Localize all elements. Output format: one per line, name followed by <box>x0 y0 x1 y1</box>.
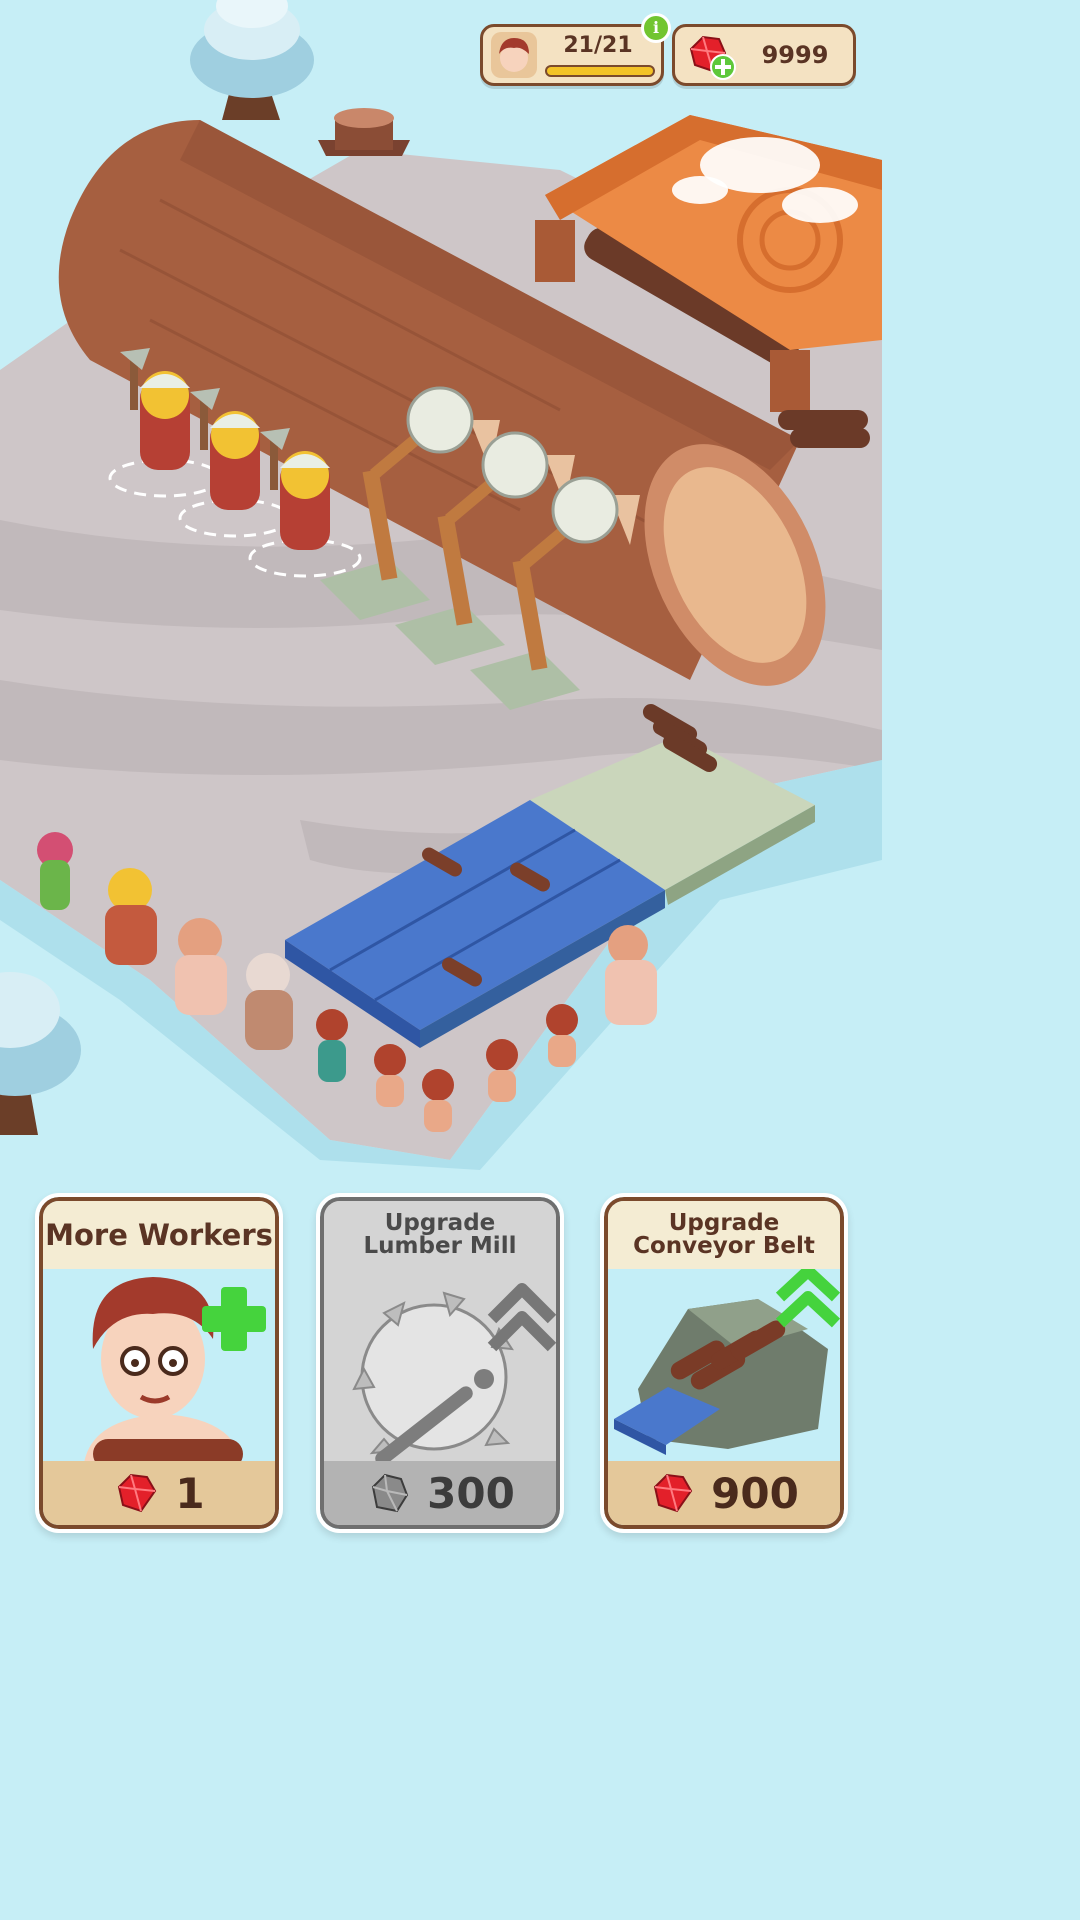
ruby-gem-icon <box>654 1473 693 1513</box>
saw-blade-icon <box>324 1269 556 1475</box>
card-title: Upgrade Conveyor Belt <box>633 1210 815 1259</box>
workers-capacity-bar <box>545 65 655 77</box>
info-icon[interactable]: i <box>641 13 671 43</box>
upgrade-lumber-mill-card[interactable]: Upgrade Lumber Mill 300 <box>316 1193 564 1533</box>
add-gems-icon[interactable] <box>685 33 737 81</box>
card-title: More Workers <box>45 1217 273 1252</box>
worker-avatar-icon <box>491 32 537 78</box>
upgrade-chevron-icon <box>487 1283 556 1352</box>
workers-count: 21/21 <box>563 33 633 58</box>
workers-counter[interactable]: 21/21 i <box>480 13 671 86</box>
upgrade-conveyor-belt-card[interactable]: Upgrade Conveyor Belt 900 <box>600 1193 848 1533</box>
ruby-gem-icon <box>118 1473 157 1513</box>
price-value: 300 <box>427 1468 515 1518</box>
upgrade-chevron-icon <box>775 1265 840 1328</box>
queued-worker <box>245 953 293 1050</box>
price-tag: 900 <box>608 1461 840 1525</box>
card-title: Upgrade Lumber Mill <box>363 1210 517 1259</box>
conveyor-belt-icon <box>608 1265 840 1475</box>
workers-capacity-fill <box>547 67 653 75</box>
plus-icon <box>202 1287 266 1351</box>
price-value: 900 <box>711 1468 799 1518</box>
caveman-portrait-icon <box>43 1269 275 1475</box>
gems-counter[interactable]: 9999 <box>672 24 856 86</box>
queued-worker <box>105 868 157 965</box>
queued-worker <box>37 832 73 910</box>
price-tag: 1 <box>43 1461 275 1525</box>
stone-icon <box>372 1473 409 1513</box>
gems-value: 9999 <box>761 41 829 69</box>
queued-worker <box>316 1009 348 1082</box>
price-value: 1 <box>175 1468 205 1518</box>
price-tag: 300 <box>324 1461 556 1525</box>
more-workers-card[interactable]: More Workers 1 <box>35 1193 283 1533</box>
queued-worker <box>175 918 227 1015</box>
